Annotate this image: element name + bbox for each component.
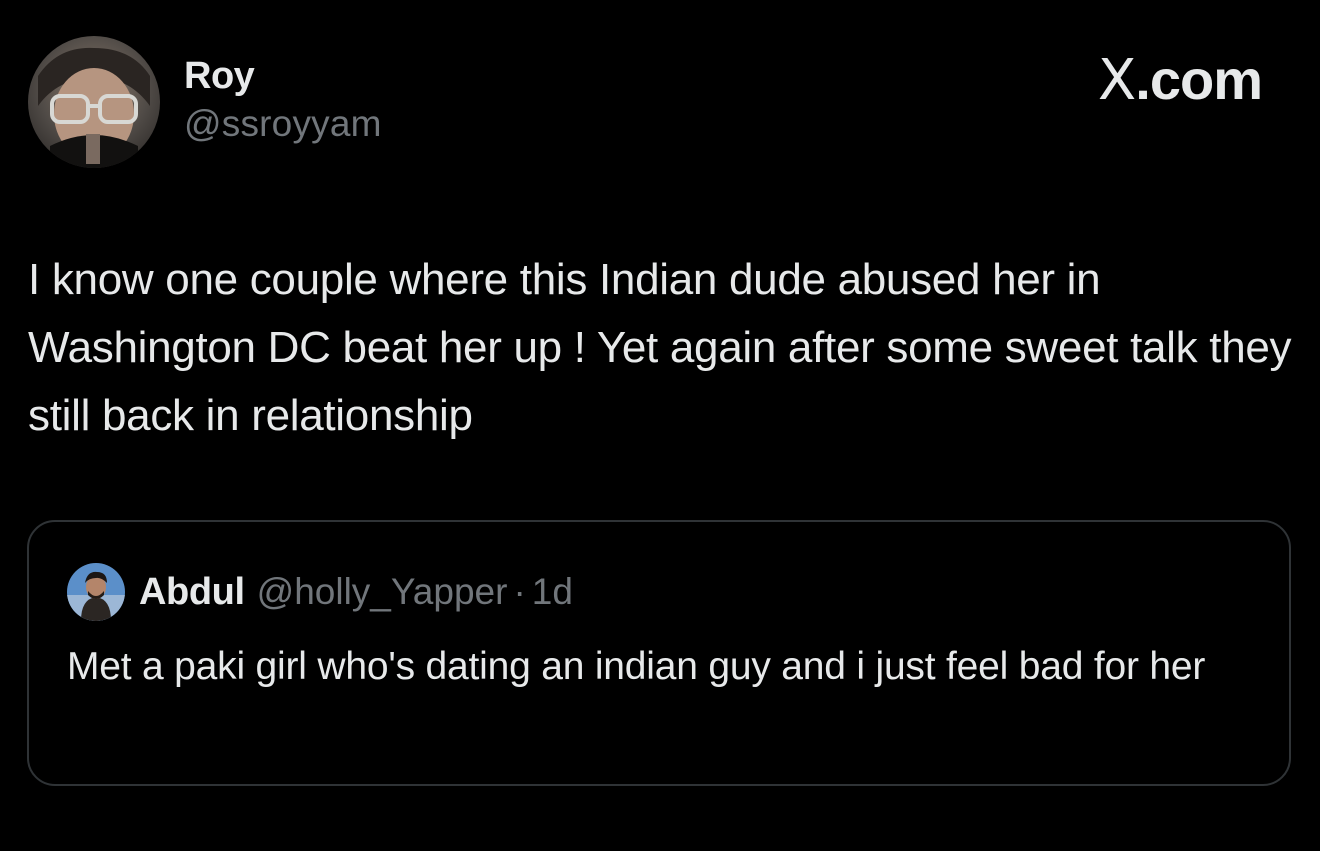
post-text: I know one couple where this Indian dude… — [28, 255, 1292, 440]
metadata-separator: · — [513, 571, 526, 612]
author-handle[interactable]: @ssroyyam — [184, 100, 382, 148]
tweet-card: Roy @ssroyyam X.com I know one couple wh… — [0, 0, 1320, 851]
author-info: Roy @ssroyyam — [184, 52, 382, 148]
author-display-name[interactable]: Roy — [184, 52, 382, 100]
quoted-author-handle[interactable]: @holly_Yapper — [257, 571, 508, 613]
quoted-tweet-text: Met a paki girl who's dating an indian g… — [67, 645, 1206, 688]
quoted-tweet-header: Abdul @holly_Yapper · 1d — [67, 562, 573, 622]
author-avatar-image — [28, 36, 160, 168]
quoted-tweet-timestamp[interactable]: 1d — [532, 571, 573, 613]
quoted-tweet[interactable]: Abdul @holly_Yapper · 1d Met a paki girl… — [27, 520, 1291, 786]
quoted-author-avatar-image — [67, 563, 125, 621]
author-avatar[interactable] — [28, 36, 160, 168]
x-com-brand: X.com — [1097, 48, 1263, 113]
quoted-author-display-name[interactable]: Abdul — [139, 571, 245, 614]
x-logo-icon: X — [1097, 48, 1136, 113]
quoted-author-avatar[interactable] — [67, 563, 125, 621]
brand-domain-suffix: .com — [1135, 48, 1263, 111]
